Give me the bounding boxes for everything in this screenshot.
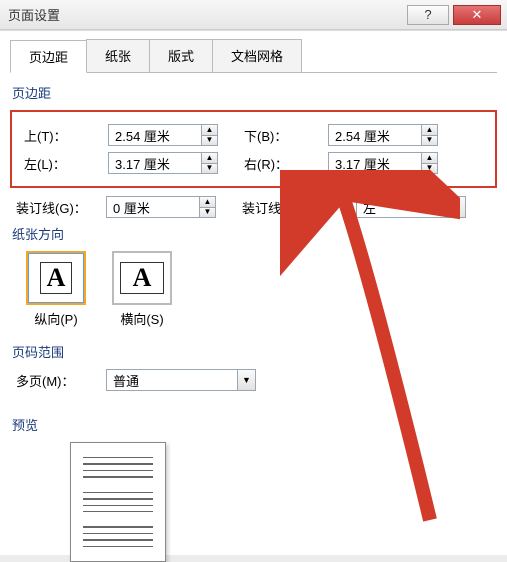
margin-left-value: 3.17 厘米 (109, 153, 201, 173)
orientation-landscape-label: 横向(S) (112, 309, 172, 328)
gutter-value: 0 厘米 (107, 197, 199, 217)
tab-paper[interactable]: 纸张 (86, 39, 150, 72)
margin-top-label: 上(T)： (18, 126, 108, 145)
margin-bottom-spinner[interactable]: 2.54 厘米 ▲▼ (328, 124, 438, 146)
margin-right-value: 3.17 厘米 (329, 153, 421, 173)
margin-right-spinner[interactable]: 3.17 厘米 ▲▼ (328, 152, 438, 174)
dropdown-arrow-icon: ▼ (237, 370, 255, 390)
margins-highlight-box: 上(T)： 2.54 厘米 ▲▼ 下(B)： 2.54 厘米 ▲▼ 左(L)： … (10, 110, 497, 188)
gutter-position-dropdown[interactable]: 左 ▼ (356, 196, 466, 218)
margins-heading: 页边距 (12, 83, 497, 102)
tab-layout[interactable]: 版式 (149, 39, 213, 72)
margin-bottom-label: 下(B)： (238, 126, 328, 145)
spinner-down-icon[interactable]: ▼ (202, 164, 217, 174)
margin-bottom-value: 2.54 厘米 (329, 125, 421, 145)
spinner-up-icon[interactable]: ▲ (202, 125, 217, 136)
preview-area (10, 442, 497, 562)
margin-bottom-arrows[interactable]: ▲▼ (421, 125, 437, 145)
titlebar: 页面设置 ? ✕ (0, 0, 507, 30)
orientation-heading: 纸张方向 (12, 224, 497, 243)
portrait-icon: A (26, 251, 86, 305)
spinner-down-icon[interactable]: ▼ (200, 208, 215, 218)
tab-margins[interactable]: 页边距 (10, 40, 87, 73)
spinner-up-icon[interactable]: ▲ (202, 153, 217, 164)
margin-left-spinner[interactable]: 3.17 厘米 ▲▼ (108, 152, 218, 174)
orientation-group: A 纵向(P) A 横向(S) (10, 251, 497, 328)
orientation-portrait[interactable]: A 纵向(P) (26, 251, 86, 328)
margin-right-label: 右(R)： (238, 154, 328, 173)
dropdown-arrow-icon: ▼ (447, 197, 465, 217)
multipage-label: 多页(M)： (10, 371, 106, 390)
preview-heading: 预览 (12, 415, 497, 434)
close-button[interactable]: ✕ (453, 5, 501, 25)
orientation-portrait-label: 纵向(P) (26, 309, 86, 328)
tab-grid-label: 文档网格 (231, 49, 283, 64)
margin-left-arrows[interactable]: ▲▼ (201, 153, 217, 173)
gutter-position-label: 装订线位置(U)： (236, 198, 356, 217)
dialog-body: 页边距 纸张 版式 文档网格 页边距 上(T)： 2.54 厘米 ▲▼ 下(B)… (0, 30, 507, 555)
pagerange-heading: 页码范围 (12, 342, 497, 361)
gutter-label: 装订线(G)： (10, 198, 106, 217)
spinner-up-icon[interactable]: ▲ (200, 197, 215, 208)
preview-page-icon (70, 442, 166, 562)
tab-margins-label: 页边距 (29, 50, 68, 65)
multipage-value: 普通 (107, 370, 237, 390)
window-title: 页面设置 (6, 5, 403, 24)
tab-layout-label: 版式 (168, 49, 194, 64)
orientation-landscape[interactable]: A 横向(S) (112, 251, 172, 328)
margin-left-label: 左(L)： (18, 154, 108, 173)
margin-top-value: 2.54 厘米 (109, 125, 201, 145)
tab-paper-label: 纸张 (105, 49, 131, 64)
spinner-up-icon[interactable]: ▲ (422, 125, 437, 136)
margin-top-arrows[interactable]: ▲▼ (201, 125, 217, 145)
spinner-up-icon[interactable]: ▲ (422, 153, 437, 164)
multipage-dropdown[interactable]: 普通 ▼ (106, 369, 256, 391)
gutter-position-value: 左 (357, 197, 447, 217)
gutter-spinner[interactable]: 0 厘米 ▲▼ (106, 196, 216, 218)
margin-top-spinner[interactable]: 2.54 厘米 ▲▼ (108, 124, 218, 146)
spinner-down-icon[interactable]: ▼ (202, 136, 217, 146)
margin-right-arrows[interactable]: ▲▼ (421, 153, 437, 173)
help-button[interactable]: ? (407, 5, 449, 25)
tab-grid[interactable]: 文档网格 (212, 39, 302, 72)
gutter-arrows[interactable]: ▲▼ (199, 197, 215, 217)
tab-strip: 页边距 纸张 版式 文档网格 (10, 39, 497, 73)
spinner-down-icon[interactable]: ▼ (422, 164, 437, 174)
landscape-icon: A (112, 251, 172, 305)
spinner-down-icon[interactable]: ▼ (422, 136, 437, 146)
